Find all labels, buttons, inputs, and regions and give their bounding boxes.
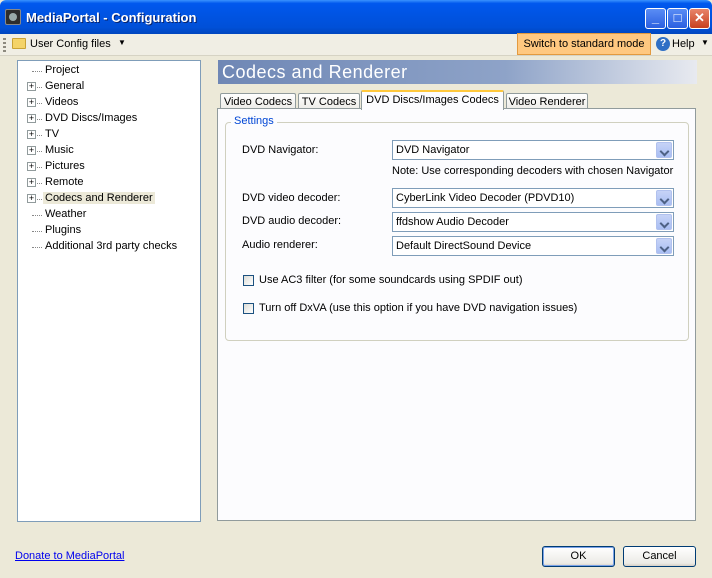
dvd-navigator-value: DVD Navigator — [396, 144, 470, 156]
navigator-note: Note: Use corresponding decoders with ch… — [392, 165, 674, 177]
tree-item-label[interactable]: Videos — [43, 96, 80, 108]
cancel-button[interactable]: Cancel — [623, 546, 696, 567]
tree-item-general[interactable]: + General — [18, 79, 200, 95]
settings-tree[interactable]: Project + General + Videos + DVD Discs/I… — [17, 60, 201, 522]
tree-item-project[interactable]: Project — [18, 63, 200, 79]
use-ac3-filter-label[interactable]: Use AC3 filter (for some soundcards usin… — [259, 274, 523, 286]
tree-item-label-selected[interactable]: Codecs and Renderer — [43, 192, 155, 204]
switch-to-standard-mode-button[interactable]: Switch to standard mode — [517, 33, 651, 55]
expand-icon[interactable]: + — [27, 98, 36, 107]
tree-item-label[interactable]: Pictures — [43, 160, 87, 172]
tree-item-label[interactable]: Project — [43, 64, 81, 76]
expand-icon[interactable]: + — [27, 162, 36, 171]
expand-icon[interactable]: + — [27, 194, 36, 203]
tree-item-dvd-discs-images[interactable]: + DVD Discs/Images — [18, 111, 200, 127]
use-ac3-filter-checkbox[interactable] — [243, 275, 254, 286]
expand-icon[interactable]: + — [27, 114, 36, 123]
page-title: Codecs and Renderer — [218, 60, 697, 84]
toolbar-grip-handle[interactable] — [3, 38, 6, 52]
expand-icon[interactable]: + — [27, 130, 36, 139]
tree-item-codecs-and-renderer[interactable]: + Codecs and Renderer — [18, 191, 200, 207]
help-menu[interactable]: Help — [672, 38, 695, 50]
turn-off-dxva-label[interactable]: Turn off DxVA (use this option if you ha… — [259, 302, 577, 314]
tree-item-weather[interactable]: Weather — [18, 207, 200, 223]
minimize-button[interactable]: _ — [645, 8, 666, 29]
tree-item-label[interactable]: General — [43, 80, 86, 92]
chevron-down-icon[interactable]: ▼ — [118, 38, 126, 47]
tree-item-label[interactable]: TV — [43, 128, 61, 140]
tree-item-label[interactable]: Music — [43, 144, 76, 156]
dvd-audio-decoder-label: DVD audio decoder: — [242, 215, 342, 227]
tree-item-additional-3rd-party-checks[interactable]: Additional 3rd party checks — [18, 239, 200, 255]
tab-dvd-discs-images-codecs[interactable]: DVD Discs/Images Codecs — [361, 90, 504, 110]
tree-item-label[interactable]: Additional 3rd party checks — [43, 240, 179, 252]
dvd-navigator-label: DVD Navigator: — [242, 144, 319, 156]
tree-item-label[interactable]: Plugins — [43, 224, 83, 236]
folder-icon[interactable] — [12, 38, 26, 49]
help-chevron-down-icon[interactable]: ▼ — [701, 38, 709, 47]
dvd-navigator-select[interactable]: DVD Navigator — [392, 140, 674, 160]
help-icon[interactable]: ? — [656, 37, 670, 51]
mediaportal-app-icon[interactable] — [5, 9, 21, 25]
tree-item-videos[interactable]: + Videos — [18, 95, 200, 111]
expand-icon[interactable]: + — [27, 178, 36, 187]
audio-renderer-label: Audio renderer: — [242, 239, 318, 251]
tree-item-plugins[interactable]: Plugins — [18, 223, 200, 239]
settings-group-title: Settings — [231, 115, 277, 127]
tree-item-label[interactable]: DVD Discs/Images — [43, 112, 139, 124]
maximize-button[interactable]: □ — [667, 8, 688, 29]
user-config-files-menu[interactable]: User Config files — [30, 38, 111, 50]
turn-off-dxva-checkbox[interactable] — [243, 303, 254, 314]
dvd-video-decoder-value: CyberLink Video Decoder (PDVD10) — [396, 192, 575, 204]
dvd-video-decoder-label: DVD video decoder: — [242, 192, 341, 204]
chevron-down-icon[interactable] — [656, 190, 672, 206]
tree-item-pictures[interactable]: + Pictures — [18, 159, 200, 175]
chevron-down-icon[interactable] — [656, 142, 672, 158]
tree-item-remote[interactable]: + Remote — [18, 175, 200, 191]
tree-item-tv[interactable]: + TV — [18, 127, 200, 143]
tree-item-music[interactable]: + Music — [18, 143, 200, 159]
dvd-audio-decoder-value: ffdshow Audio Decoder — [396, 216, 509, 228]
audio-renderer-value: Default DirectSound Device — [396, 240, 532, 252]
title-bar: MediaPortal - Configuration _ □ ✕ — [0, 0, 712, 34]
donate-link[interactable]: Donate to MediaPortal — [15, 550, 124, 562]
expand-icon[interactable]: + — [27, 146, 36, 155]
chevron-down-icon[interactable] — [656, 238, 672, 254]
dvd-video-decoder-select[interactable]: CyberLink Video Decoder (PDVD10) — [392, 188, 674, 208]
audio-renderer-select[interactable]: Default DirectSound Device — [392, 236, 674, 256]
dvd-audio-decoder-select[interactable]: ffdshow Audio Decoder — [392, 212, 674, 232]
ok-button[interactable]: OK — [542, 546, 615, 567]
tree-item-label[interactable]: Remote — [43, 176, 86, 188]
tree-item-label[interactable]: Weather — [43, 208, 88, 220]
chevron-down-icon[interactable] — [656, 214, 672, 230]
window-title: MediaPortal - Configuration — [26, 10, 197, 25]
close-button[interactable]: ✕ — [689, 8, 710, 29]
expand-icon[interactable]: + — [27, 82, 36, 91]
